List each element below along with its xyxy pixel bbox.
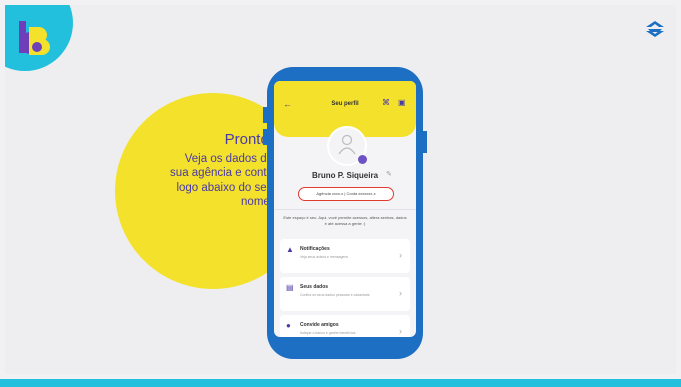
bottom-accent-bar — [0, 379, 681, 387]
bell-icon: ▲ — [286, 245, 294, 254]
card-desc: Veja seus avisos e mensagens — [300, 255, 349, 259]
intro-text: Este espaço é seu. Aqui, você permite ac… — [283, 215, 407, 226]
user-name: Bruno P. Siqueira — [311, 171, 379, 180]
phone-side-button — [423, 131, 427, 153]
phone-side-button — [263, 107, 267, 123]
pencil-icon[interactable]: ✎ — [386, 170, 392, 178]
banco-do-brasil-icon — [646, 21, 664, 42]
menu-card-notificacoes[interactable]: ▲ Notificações Veja seus avisos e mensag… — [280, 239, 410, 273]
card-desc: Indique o banco e ganhe benefícios — [300, 331, 356, 335]
users-icon: ● — [286, 321, 291, 330]
page-title: Seu perfil — [331, 101, 359, 107]
avatar[interactable] — [327, 126, 367, 166]
card-title: Convide amigos — [300, 322, 339, 328]
speech-line: Veja os dados da — [184, 152, 273, 165]
account-info: Agência xxxx-x | Conta xxxxxxx-x — [298, 187, 394, 201]
chevron-right-icon: › — [399, 326, 402, 336]
menu-card-convide-amigos[interactable]: ● Convide amigos Indique o banco e ganhe… — [280, 315, 410, 337]
qr-code-icon[interactable]: ⌘ — [382, 98, 390, 107]
phone-mockup: ← Seu perfil ⌘ ▣ Bruno P. Siqueira ✎ Agê… — [263, 67, 427, 359]
slide-frame: Pronto! Veja os dados da sua agência e c… — [5, 5, 676, 374]
speech-text: Pronto! Veja os dados da sua agência e c… — [123, 131, 273, 209]
speech-title: Pronto! — [224, 131, 273, 148]
card-title: Seus dados — [300, 284, 329, 290]
speech-line: sua agência e conta — [170, 167, 273, 180]
card-title: Notificações — [300, 246, 330, 252]
phone-side-button — [263, 129, 267, 145]
divider — [274, 209, 416, 210]
speech-line: logo abaixo do seu — [176, 181, 273, 194]
app-logo-icon — [15, 17, 59, 64]
camera-badge-icon[interactable] — [358, 155, 367, 164]
chevron-right-icon: › — [399, 288, 402, 298]
speech-line: nome. — [241, 195, 273, 208]
menu-card-seus-dados[interactable]: ▤ Seus dados Confira os seus dados pesso… — [280, 277, 410, 311]
document-icon: ▤ — [286, 283, 294, 292]
card-icon[interactable]: ▣ — [398, 98, 406, 107]
chevron-right-icon: › — [399, 250, 402, 260]
person-icon — [338, 134, 356, 155]
phone-screen: ← Seu perfil ⌘ ▣ Bruno P. Siqueira ✎ Agê… — [274, 81, 416, 337]
card-desc: Confira os seus dados pessoais e cadastr… — [300, 293, 370, 297]
